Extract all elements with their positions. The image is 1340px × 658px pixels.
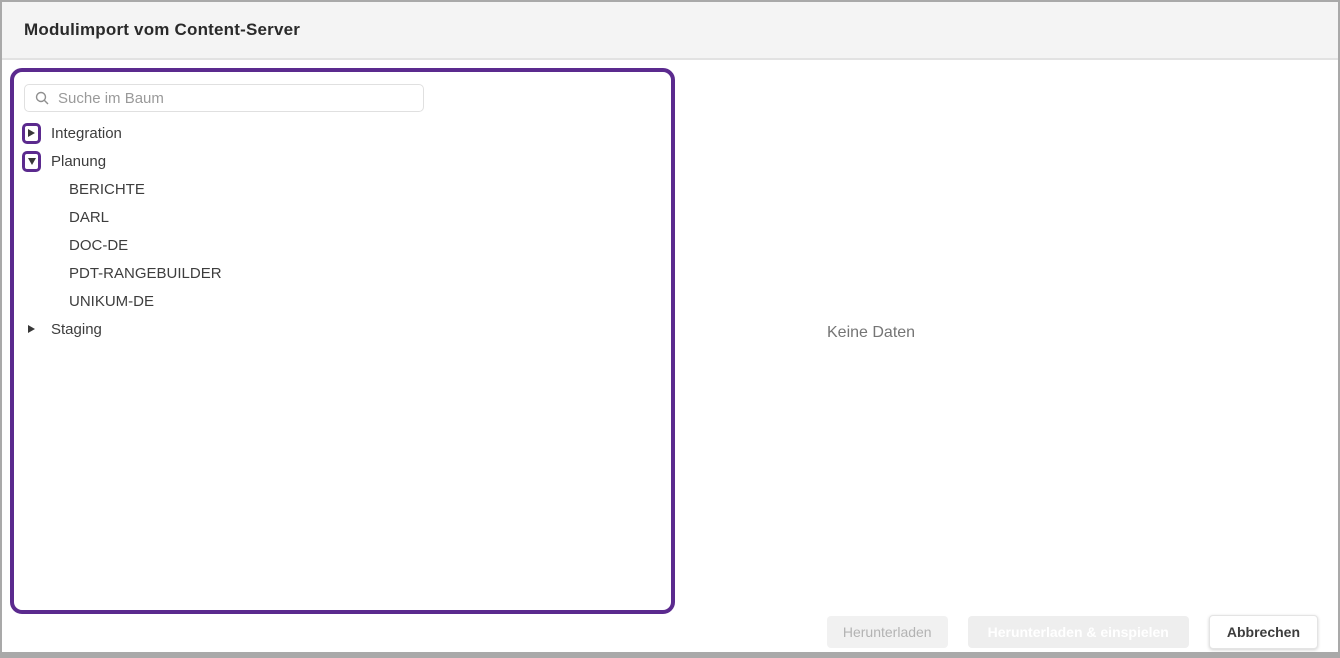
tree-node-doc-de[interactable]: DOC-DE <box>14 231 671 259</box>
expand-toggle[interactable] <box>22 325 41 333</box>
tree-node-unikum-de[interactable]: UNIKUM-DE <box>14 287 671 315</box>
tree-panel: Integration Planung BERICHTE DARL DOC-DE <box>10 68 675 614</box>
tree-node-darl[interactable]: DARL <box>14 203 671 231</box>
tree-search[interactable] <box>24 84 424 112</box>
download-and-install-button[interactable]: Herunterladen & einspielen <box>968 616 1189 648</box>
module-tree: Integration Planung BERICHTE DARL DOC-DE <box>14 119 671 343</box>
tree-node-planung[interactable]: Planung <box>14 147 671 175</box>
download-button[interactable]: Herunterladen <box>827 616 948 648</box>
collapse-toggle[interactable] <box>22 151 41 172</box>
tree-node-label[interactable]: PDT-RANGEBUILDER <box>69 265 222 282</box>
expand-toggle[interactable] <box>22 123 41 144</box>
tree-node-berichte[interactable]: BERICHTE <box>14 175 671 203</box>
chevron-right-icon <box>28 129 35 137</box>
tree-node-label[interactable]: DOC-DE <box>69 237 128 254</box>
tree-node-label[interactable]: UNIKUM-DE <box>69 293 154 310</box>
search-icon <box>35 91 49 105</box>
tree-node-staging[interactable]: Staging <box>14 315 671 343</box>
chevron-right-icon <box>28 325 35 333</box>
search-input[interactable] <box>58 90 415 107</box>
tree-node-label[interactable]: Staging <box>51 321 102 338</box>
dialog-footer: Herunterladen Herunterladen & einspielen… <box>827 615 1318 649</box>
tree-node-pdt-rangebuilder[interactable]: PDT-RANGEBUILDER <box>14 259 671 287</box>
dialog-title: Modulimport vom Content-Server <box>24 20 300 40</box>
tree-node-label[interactable]: BERICHTE <box>69 181 145 198</box>
tree-node-label[interactable]: DARL <box>69 209 109 226</box>
no-data-message: Keine Daten <box>827 324 915 342</box>
tree-node-label[interactable]: Integration <box>51 125 122 142</box>
tree-node-integration[interactable]: Integration <box>14 119 671 147</box>
chevron-down-icon <box>28 158 36 165</box>
modal-dialog: Modulimport vom Content-Server Integrati… <box>0 0 1340 658</box>
cancel-button[interactable]: Abbrechen <box>1209 615 1318 649</box>
tree-node-label[interactable]: Planung <box>51 153 106 170</box>
dialog-header: Modulimport vom Content-Server <box>2 2 1338 60</box>
